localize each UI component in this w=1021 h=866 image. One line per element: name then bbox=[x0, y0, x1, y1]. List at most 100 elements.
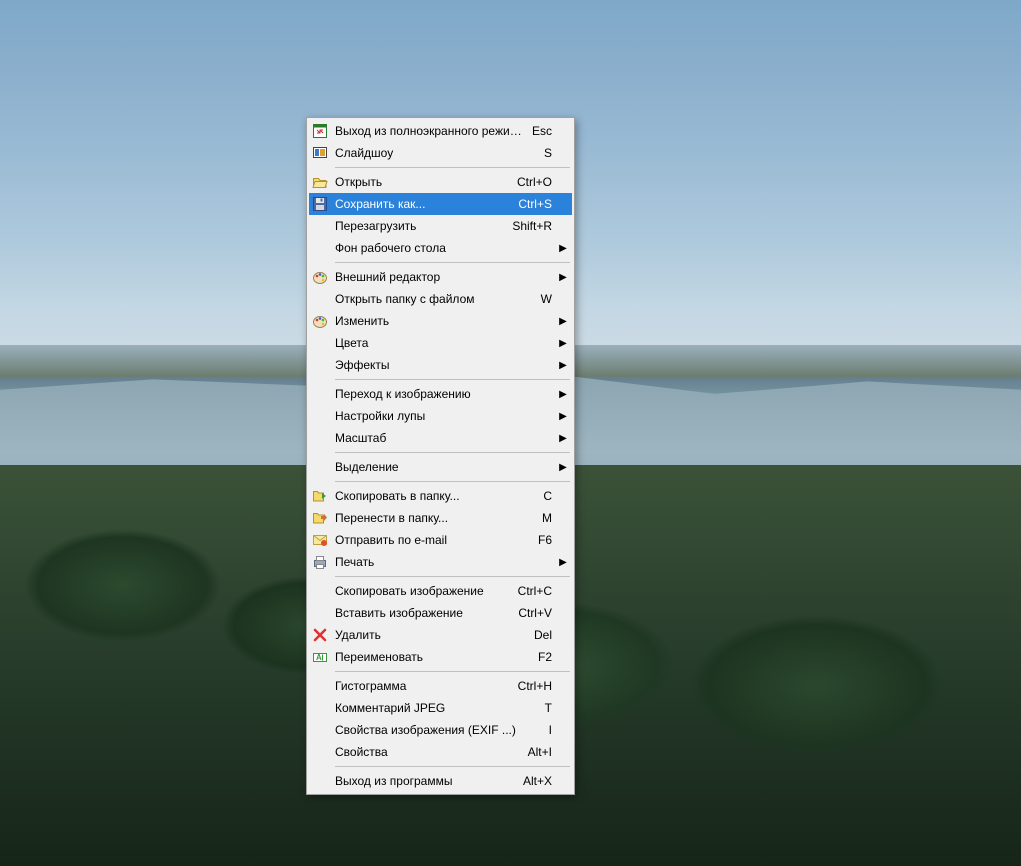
menu-item-label: Сохранить как... bbox=[329, 197, 510, 211]
menu-separator bbox=[335, 452, 570, 453]
blank-icon bbox=[311, 605, 329, 621]
menu-item-shortcut: Alt+I bbox=[520, 745, 558, 759]
menu-item-label: Внешний редактор bbox=[329, 270, 544, 284]
menu-item-label: Выход из полноэкранного режима bbox=[329, 124, 524, 138]
menu-item-shortcut: F6 bbox=[530, 533, 558, 547]
svg-text:A: A bbox=[316, 653, 322, 662]
menu-item-открыть[interactable]: ОткрытьCtrl+O bbox=[309, 171, 572, 193]
print-icon bbox=[311, 554, 329, 570]
menu-item-выход-из-программы[interactable]: Выход из программыAlt+X bbox=[309, 770, 572, 792]
open-icon bbox=[311, 174, 329, 190]
menu-item-печать[interactable]: Печать ▶ bbox=[309, 551, 572, 573]
blank-icon bbox=[311, 773, 329, 789]
blank-icon bbox=[311, 722, 329, 738]
blank-icon bbox=[311, 744, 329, 760]
menu-item-label: Вставить изображение bbox=[329, 606, 510, 620]
menu-item-label: Свойства изображения (EXIF ...) bbox=[329, 723, 541, 737]
palette-icon bbox=[311, 313, 329, 329]
menu-item-комментарий-jpeg[interactable]: Комментарий JPEGT bbox=[309, 697, 572, 719]
menu-item-выделение[interactable]: Выделение ▶ bbox=[309, 456, 572, 478]
submenu-arrow-icon: ▶ bbox=[558, 433, 568, 444]
menu-item-удалить[interactable]: УдалитьDel bbox=[309, 624, 572, 646]
menu-item-перенести-в-папку[interactable]: Перенести в папку...M bbox=[309, 507, 572, 529]
rename-icon: A bbox=[311, 649, 329, 665]
menu-item-скопировать-изображение[interactable]: Скопировать изображениеCtrl+C bbox=[309, 580, 572, 602]
menu-item-shortcut: Alt+X bbox=[515, 774, 558, 788]
submenu-arrow-icon: ▶ bbox=[558, 316, 568, 327]
menu-item-label: Выделение bbox=[329, 460, 544, 474]
context-menu[interactable]: Выход из полноэкранного режимаEscСлайдшо… bbox=[306, 117, 575, 795]
menu-item-shortcut: F2 bbox=[530, 650, 558, 664]
menu-item-shortcut: W bbox=[533, 292, 558, 306]
menu-separator bbox=[335, 379, 570, 380]
menu-item-сохранить-как[interactable]: Сохранить как...Ctrl+S bbox=[309, 193, 572, 215]
menu-item-shortcut: S bbox=[536, 146, 558, 160]
menu-item-label: Скопировать изображение bbox=[329, 584, 510, 598]
menu-item-label: Переименовать bbox=[329, 650, 530, 664]
submenu-arrow-icon: ▶ bbox=[558, 243, 568, 254]
move-folder-icon bbox=[311, 510, 329, 526]
menu-item-свойства-изображения-exif[interactable]: Свойства изображения (EXIF ...)I bbox=[309, 719, 572, 741]
menu-item-label: Удалить bbox=[329, 628, 526, 642]
menu-item-label: Отправить по e-mail bbox=[329, 533, 530, 547]
menu-item-отправить-по-e-mail[interactable]: Отправить по e-mailF6 bbox=[309, 529, 572, 551]
menu-item-фон-рабочего-стола[interactable]: Фон рабочего стола ▶ bbox=[309, 237, 572, 259]
menu-separator bbox=[335, 766, 570, 767]
menu-item-переименовать[interactable]: A ПереименоватьF2 bbox=[309, 646, 572, 668]
blank-icon bbox=[311, 218, 329, 234]
fullscreen-exit-icon bbox=[311, 123, 329, 139]
menu-item-label: Скопировать в папку... bbox=[329, 489, 535, 503]
menu-separator bbox=[335, 167, 570, 168]
submenu-arrow-icon: ▶ bbox=[558, 360, 568, 371]
menu-item-label: Комментарий JPEG bbox=[329, 701, 537, 715]
menu-item-label: Фон рабочего стола bbox=[329, 241, 544, 255]
menu-item-label: Открыть папку с файлом bbox=[329, 292, 533, 306]
submenu-arrow-icon: ▶ bbox=[558, 389, 568, 400]
menu-item-label: Масштаб bbox=[329, 431, 544, 445]
menu-item-свойства[interactable]: СвойстваAlt+I bbox=[309, 741, 572, 763]
menu-item-label: Переход к изображению bbox=[329, 387, 544, 401]
blank-icon bbox=[311, 459, 329, 475]
menu-item-внешний-редактор[interactable]: Внешний редактор▶ bbox=[309, 266, 572, 288]
menu-separator bbox=[335, 671, 570, 672]
menu-item-изменить[interactable]: Изменить▶ bbox=[309, 310, 572, 332]
slideshow-icon bbox=[311, 145, 329, 161]
menu-item-shortcut: Shift+R bbox=[504, 219, 558, 233]
menu-item-слайдшоу[interactable]: СлайдшоуS bbox=[309, 142, 572, 164]
blank-icon bbox=[311, 291, 329, 307]
menu-item-эффекты[interactable]: Эффекты▶ bbox=[309, 354, 572, 376]
menu-separator bbox=[335, 576, 570, 577]
menu-item-label: Открыть bbox=[329, 175, 509, 189]
blank-icon bbox=[311, 335, 329, 351]
submenu-arrow-icon: ▶ bbox=[558, 462, 568, 473]
menu-item-выход-из-полноэкранного-режима[interactable]: Выход из полноэкранного режимаEsc bbox=[309, 120, 572, 142]
menu-item-shortcut: Ctrl+V bbox=[510, 606, 558, 620]
delete-icon bbox=[311, 627, 329, 643]
menu-item-shortcut: Esc bbox=[524, 124, 558, 138]
menu-item-label: Цвета bbox=[329, 336, 544, 350]
menu-item-цвета[interactable]: Цвета ▶ bbox=[309, 332, 572, 354]
submenu-arrow-icon: ▶ bbox=[558, 411, 568, 422]
menu-item-гистограмма[interactable]: ГистограммаCtrl+H bbox=[309, 675, 572, 697]
menu-item-label: Слайдшоу bbox=[329, 146, 536, 160]
menu-item-shortcut: Ctrl+S bbox=[510, 197, 558, 211]
menu-item-перезагрузить[interactable]: ПерезагрузитьShift+R bbox=[309, 215, 572, 237]
palette-icon bbox=[311, 269, 329, 285]
blank-icon bbox=[311, 357, 329, 373]
menu-item-открыть-папку-с-файлом[interactable]: Открыть папку с файломW bbox=[309, 288, 572, 310]
menu-item-shortcut: Del bbox=[526, 628, 558, 642]
menu-item-вставить-изображение[interactable]: Вставить изображениеCtrl+V bbox=[309, 602, 572, 624]
submenu-arrow-icon: ▶ bbox=[558, 557, 568, 568]
menu-item-shortcut: T bbox=[537, 701, 558, 715]
blank-icon bbox=[311, 700, 329, 716]
blank-icon bbox=[311, 430, 329, 446]
copy-folder-icon bbox=[311, 488, 329, 504]
menu-item-скопировать-в-папку[interactable]: Скопировать в папку...C bbox=[309, 485, 572, 507]
menu-item-label: Печать bbox=[329, 555, 544, 569]
menu-item-shortcut: M bbox=[534, 511, 558, 525]
menu-item-масштаб[interactable]: Масштаб ▶ bbox=[309, 427, 572, 449]
menu-item-настройки-лупы[interactable]: Настройки лупы▶ bbox=[309, 405, 572, 427]
menu-item-shortcut: I bbox=[541, 723, 558, 737]
menu-item-переход-к-изображению[interactable]: Переход к изображению ▶ bbox=[309, 383, 572, 405]
submenu-arrow-icon: ▶ bbox=[558, 338, 568, 349]
